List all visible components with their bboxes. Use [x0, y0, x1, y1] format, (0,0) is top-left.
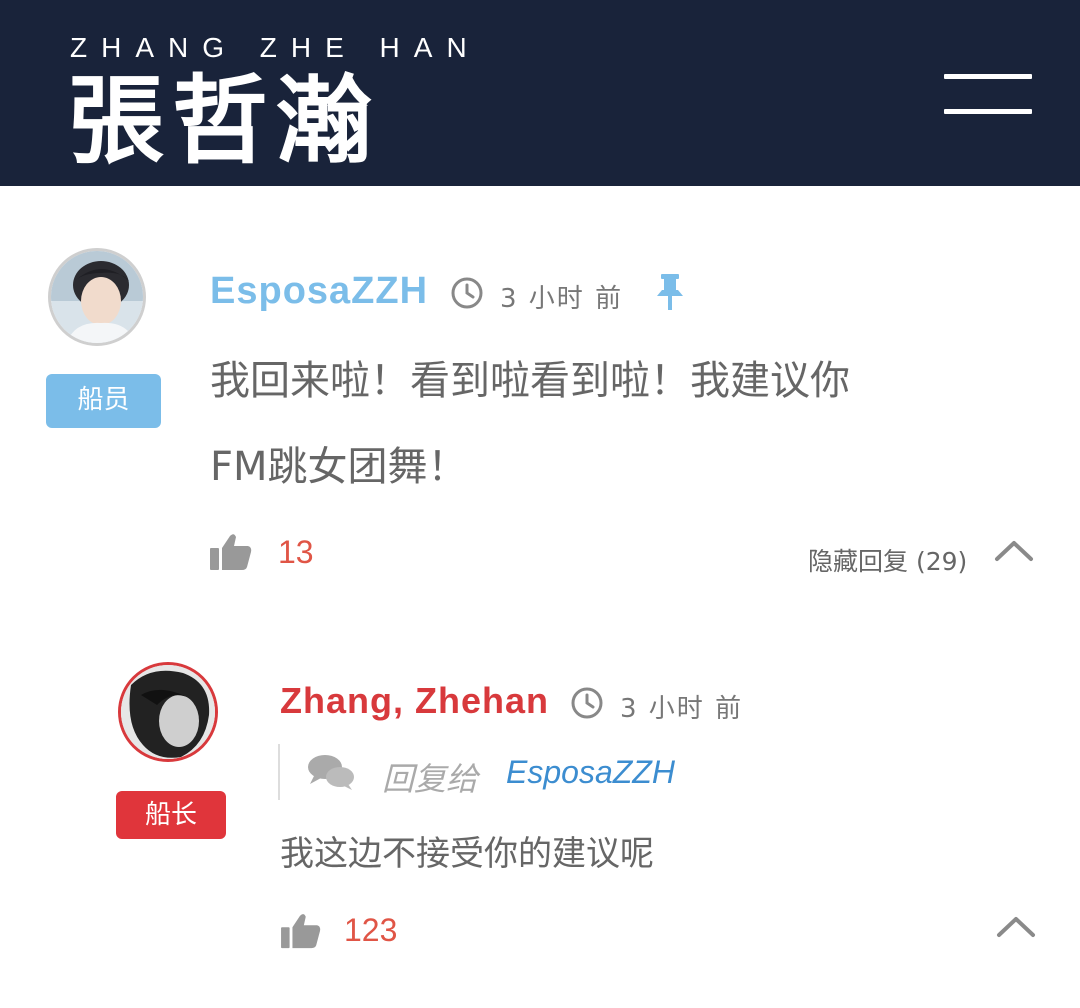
hamburger-line	[944, 74, 1032, 79]
avatar-photo	[51, 251, 143, 343]
comment-text-line1: 我回来啦！看到啦看到啦！我建议你	[210, 358, 850, 404]
avatar[interactable]	[118, 662, 218, 762]
reply-like-count: 123	[344, 912, 398, 948]
clock-icon	[571, 687, 603, 719]
badge-captain: 船长	[116, 791, 226, 839]
chevron-up-icon[interactable]	[994, 538, 1034, 562]
avatar-photo	[121, 665, 215, 759]
hide-replies-link[interactable]: 隐藏回复 (29)	[808, 542, 967, 578]
like-thumb-icon[interactable]	[280, 912, 322, 950]
reply-to-label: 回复给	[382, 760, 479, 798]
reply-to-user-link[interactable]: EsposaZZH	[506, 754, 675, 791]
reply-text: 我这边不接受你的建议呢	[280, 834, 654, 874]
avatar[interactable]	[48, 248, 146, 346]
site-header: ZHANG ZHE HAN 張哲瀚	[0, 0, 1080, 186]
brand-logo-cjk[interactable]: 張哲瀚	[68, 66, 380, 176]
chevron-up-icon[interactable]	[996, 914, 1036, 938]
reply-username[interactable]: Zhang, Zhehan	[280, 680, 549, 722]
comment-time: 3 小时 前	[500, 284, 624, 314]
hamburger-line	[944, 109, 1032, 114]
reply-quote-bar	[278, 744, 280, 800]
comment-username[interactable]: EsposaZZH	[210, 270, 428, 313]
pin-icon	[657, 274, 683, 310]
hamburger-menu-icon[interactable]	[944, 72, 1032, 116]
like-thumb-icon[interactable]	[210, 532, 252, 572]
badge-crew: 船员	[46, 374, 161, 428]
comment-like-count: 13	[278, 534, 314, 570]
comments-icon	[308, 755, 354, 790]
brand-latin-title[interactable]: ZHANG ZHE HAN	[70, 32, 481, 64]
reply-time: 3 小时 前	[620, 694, 744, 724]
clock-icon	[451, 277, 483, 309]
comment-text-line2: FM跳女团舞！	[210, 444, 468, 490]
